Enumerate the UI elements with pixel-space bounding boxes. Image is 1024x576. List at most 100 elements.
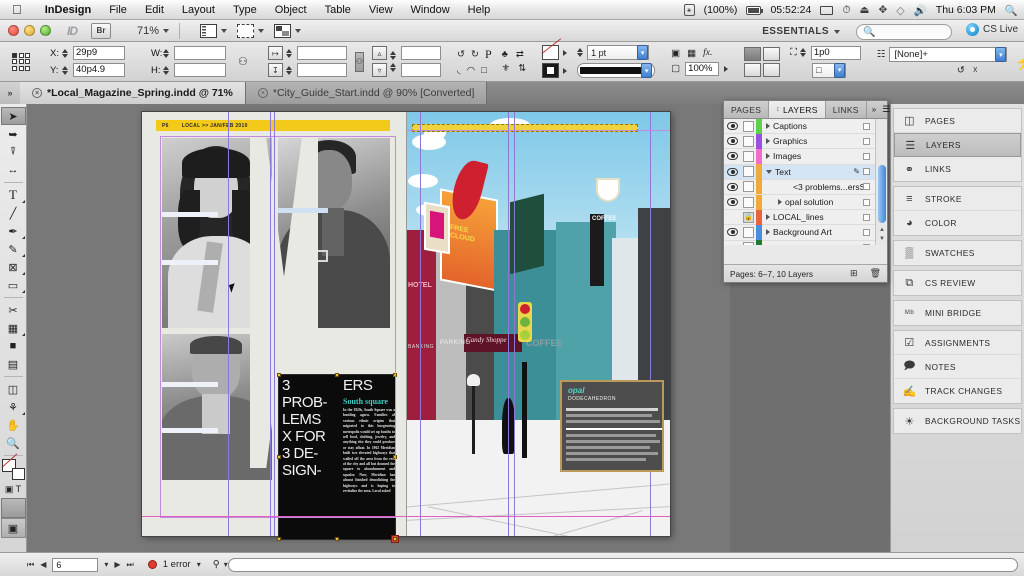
hotel-building[interactable] (406, 230, 440, 420)
menu-indesign[interactable]: InDesign (36, 0, 100, 20)
zoom-level-dropdown[interactable]: 71% (137, 25, 169, 37)
layer-row[interactable]: <3 problems...ersSou...> (724, 180, 875, 195)
go-to-bridge-button[interactable]: Br (91, 23, 111, 39)
dock-item-background-tasks[interactable]: ☀BACKGROUND TASKS (894, 409, 1021, 433)
x-stepper[interactable] (62, 49, 70, 58)
dock-item-links[interactable]: ⚭LINKS (894, 157, 1021, 181)
document-canvas[interactable]: P6 LOCAL >> JAN/FEB 2010 (27, 104, 730, 552)
stroke-weight-input[interactable]: 1 pt ▾ (587, 45, 649, 60)
layer-select-proxy[interactable] (863, 183, 870, 190)
layer-lock-toggle[interactable] (741, 136, 756, 147)
menu-table[interactable]: Table (316, 0, 360, 20)
photo-woman[interactable] (162, 138, 272, 328)
menu-edit[interactable]: Edit (136, 0, 173, 20)
pencil-tool[interactable]: ✎ (1, 240, 26, 258)
rotate-cw-icon[interactable]: ↻ (471, 49, 479, 60)
apply-none-button[interactable] (1, 498, 26, 518)
rotate-ccw-icon[interactable]: ↺ (457, 49, 465, 60)
photo-man-standing[interactable] (278, 138, 390, 328)
layer-lock-toggle[interactable] (741, 227, 756, 238)
column-guide[interactable] (650, 112, 651, 536)
status-info-field[interactable] (228, 558, 1018, 572)
page-spread[interactable]: P6 LOCAL >> JAN/FEB 2010 (142, 112, 670, 536)
display-icon[interactable] (820, 6, 833, 15)
scale-y-input[interactable] (297, 63, 347, 77)
pen-tool[interactable]: ✒ (1, 222, 26, 240)
layer-lock-toggle[interactable] (741, 166, 756, 177)
expand-triangle-icon[interactable] (766, 229, 770, 235)
ruler-guide[interactable] (142, 516, 406, 517)
layer-visibility-toggle[interactable] (724, 183, 741, 191)
inset-input[interactable]: 1p0 (811, 46, 861, 60)
scroll-up-icon[interactable]: ▲ (879, 227, 885, 233)
clear-overrides-icon[interactable]: ↺ (957, 65, 965, 76)
close-tab-icon[interactable]: × (258, 88, 268, 98)
layer-select-proxy[interactable] (863, 214, 870, 221)
fill-stroke-proxy[interactable] (2, 459, 25, 480)
layer-visibility-toggle[interactable] (724, 198, 741, 206)
preflight-status[interactable]: 1 error ▾ (148, 559, 201, 570)
layer-name-cell[interactable]: opal solution (762, 197, 863, 207)
stroke-proxy-swatch[interactable] (12, 468, 25, 480)
text-wrap-icon[interactable]: ⇄ (516, 49, 524, 60)
layers-scroll-thumb[interactable] (878, 165, 886, 223)
direct-selection-tool[interactable]: ➥ (1, 125, 26, 143)
expand-triangle-icon[interactable] (766, 138, 770, 144)
inset-spacing-icon[interactable]: ⛶ (790, 47, 797, 58)
drop-shadow-icon[interactable]: ▣ (671, 48, 680, 59)
last-page-icon[interactable]: ⏭ (127, 560, 134, 570)
layer-visibility-toggle[interactable] (724, 152, 741, 160)
expand-triangle-icon[interactable] (766, 123, 770, 129)
layer-name-cell[interactable]: SLUG notes (762, 243, 863, 245)
dock-item-pages[interactable]: ◫PAGES (894, 109, 1021, 133)
panel-tab-links[interactable]: LINKS (826, 101, 867, 118)
close-tab-icon[interactable]: × (32, 88, 42, 98)
quick-apply-icon[interactable]: ⚡ (1015, 53, 1024, 71)
corner-shape-dropdown[interactable]: □ ▾ (812, 63, 846, 78)
layer-name-cell[interactable]: Images (762, 151, 863, 161)
help-search-input[interactable]: 🔍 (856, 24, 952, 40)
collapse-triangle-icon[interactable] (766, 170, 772, 174)
collapse-panel-icon[interactable]: » (872, 105, 876, 114)
fill-swatch[interactable] (542, 63, 559, 78)
column-guide[interactable] (274, 112, 275, 536)
layer-visibility-toggle[interactable] (724, 122, 741, 130)
volume-icon[interactable]: 🔊 (914, 4, 927, 17)
column-guide[interactable] (420, 112, 421, 536)
dock-item-layers[interactable]: ☰LAYERS (894, 133, 1021, 157)
stroke-style-dropdown[interactable]: ▾ (577, 63, 655, 78)
menu-type[interactable]: Type (224, 0, 266, 20)
tab-city-guide-start[interactable]: × *City_Guide_Start.indd @ 90% [Converte… (246, 82, 488, 104)
previous-page-icon[interactable]: ◀ (40, 560, 46, 569)
menu-layout[interactable]: Layout (173, 0, 224, 20)
object-style-dropdown[interactable]: [None]+ ▾ (889, 47, 1007, 62)
preflight-dropdown-icon[interactable]: ▾ (197, 560, 201, 569)
layer-lock-toggle[interactable] (741, 181, 756, 192)
apple-logo-icon[interactable]:  (12, 3, 22, 16)
stroke-style-dropdown-icon[interactable]: ▾ (641, 63, 652, 78)
menu-window[interactable]: Window (402, 0, 459, 20)
h-stepper[interactable] (163, 66, 171, 75)
h-input[interactable] (174, 63, 226, 77)
workspace-switcher[interactable]: ESSENTIALS (754, 23, 848, 40)
break-link-icon[interactable]: ☓ (973, 65, 978, 76)
shear-stepper[interactable] (390, 51, 398, 60)
panel-tab-pages[interactable]: PAGES (724, 101, 769, 118)
layer-row[interactable]: opal solution (724, 195, 875, 210)
free-transform-tool[interactable]: ▦ (1, 319, 26, 337)
tab-local-magazine-spring[interactable]: × *Local_Magazine_Spring.indd @ 71% (20, 82, 246, 104)
layer-name-cell[interactable]: Captions (762, 121, 863, 131)
layer-visibility-toggle[interactable] (724, 168, 741, 176)
layer-row[interactable]: 🔒LOCAL_lines (724, 210, 875, 225)
time-machine-icon[interactable]: ⏱ (842, 4, 850, 17)
left-page[interactable]: P6 LOCAL >> JAN/FEB 2010 (142, 112, 406, 536)
scale-x-stepper[interactable] (286, 49, 294, 58)
selection-handle[interactable] (277, 455, 281, 459)
stroke-swatch[interactable] (542, 45, 559, 60)
column-guide[interactable] (270, 112, 271, 536)
dock-item-track-changes[interactable]: ✍TRACK CHANGES (894, 379, 1021, 403)
layer-name-cell[interactable]: LOCAL_lines (762, 212, 863, 222)
preflight-icon[interactable]: ⚲ (213, 559, 220, 570)
layer-lock-toggle[interactable] (741, 197, 756, 208)
align-justify-button[interactable] (763, 63, 780, 77)
